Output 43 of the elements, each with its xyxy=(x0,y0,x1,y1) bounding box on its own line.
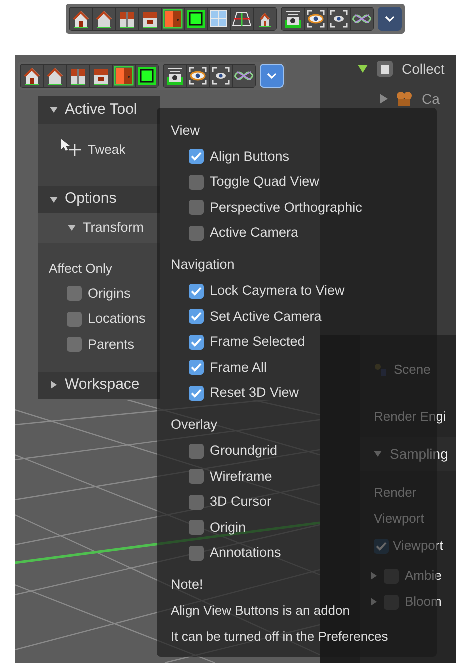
group-label: Affect Only xyxy=(49,260,114,278)
checkbox-label[interactable]: Origin xyxy=(210,518,246,538)
field-label: Viewport xyxy=(374,510,426,528)
checkbox-label[interactable]: Groundgrid xyxy=(210,441,278,462)
checkbox-label[interactable]: Frame All xyxy=(210,358,268,378)
checkbox-label[interactable]: Toggle Quad View xyxy=(210,172,320,193)
checkbox-label: Parents xyxy=(88,336,135,354)
tool-label[interactable]: Tweak xyxy=(88,138,126,160)
checkbox-label[interactable]: Active Camera xyxy=(210,223,299,244)
checkbox-label[interactable]: Frame Selected xyxy=(210,332,306,352)
section-title: Navigation xyxy=(171,256,235,274)
checkbox-label: Origins xyxy=(88,284,131,303)
subpanel-header[interactable]: Transform xyxy=(38,213,160,243)
outliner-item[interactable]: Ca xyxy=(422,88,440,110)
scene-label: Scene xyxy=(394,361,431,380)
note-text: It can be turned off in the Preferences xyxy=(171,628,388,646)
checkbox-label[interactable]: Reset 3D View xyxy=(210,383,300,404)
checkbox-label[interactable]: Set Active Camera xyxy=(210,306,322,327)
checkbox-label: Locations xyxy=(88,310,146,328)
checkbox-label[interactable]: Perspective Orthographic xyxy=(210,198,362,218)
section-title: View xyxy=(171,122,200,140)
panel-header[interactable]: Options xyxy=(38,186,160,213)
field-label: Render xyxy=(374,484,418,502)
panel-header[interactable]: Active Tool xyxy=(38,96,160,124)
section-title: Overlay xyxy=(171,416,218,434)
checkbox-label[interactable]: Align Buttons xyxy=(210,146,290,167)
checkbox-label[interactable]: Annotations xyxy=(210,543,282,564)
panel-title: Workspace xyxy=(65,374,140,395)
panel-title: Sampling xyxy=(390,444,448,464)
subpanel-title: Transform xyxy=(83,218,144,237)
field-label: Render Engi xyxy=(374,408,446,426)
panel-title: Active Tool xyxy=(65,100,138,120)
panel-header[interactable]: Workspace xyxy=(38,372,160,398)
note-text: Align View Buttons is an addon xyxy=(171,602,350,620)
checkbox-label: Viewport xyxy=(393,537,444,556)
checkbox-label: Bloom xyxy=(405,593,442,612)
panel-title: Options xyxy=(65,189,117,210)
checkbox-label[interactable]: Wireframe xyxy=(210,466,272,487)
checkbox-label[interactable]: 3D Cursor xyxy=(210,492,272,512)
checkbox-label: Ambie xyxy=(405,567,442,586)
outliner-item[interactable]: Collect xyxy=(402,58,445,80)
checkbox-label[interactable]: Lock Caymera to View xyxy=(210,281,345,302)
note-title: Note! xyxy=(171,576,204,594)
